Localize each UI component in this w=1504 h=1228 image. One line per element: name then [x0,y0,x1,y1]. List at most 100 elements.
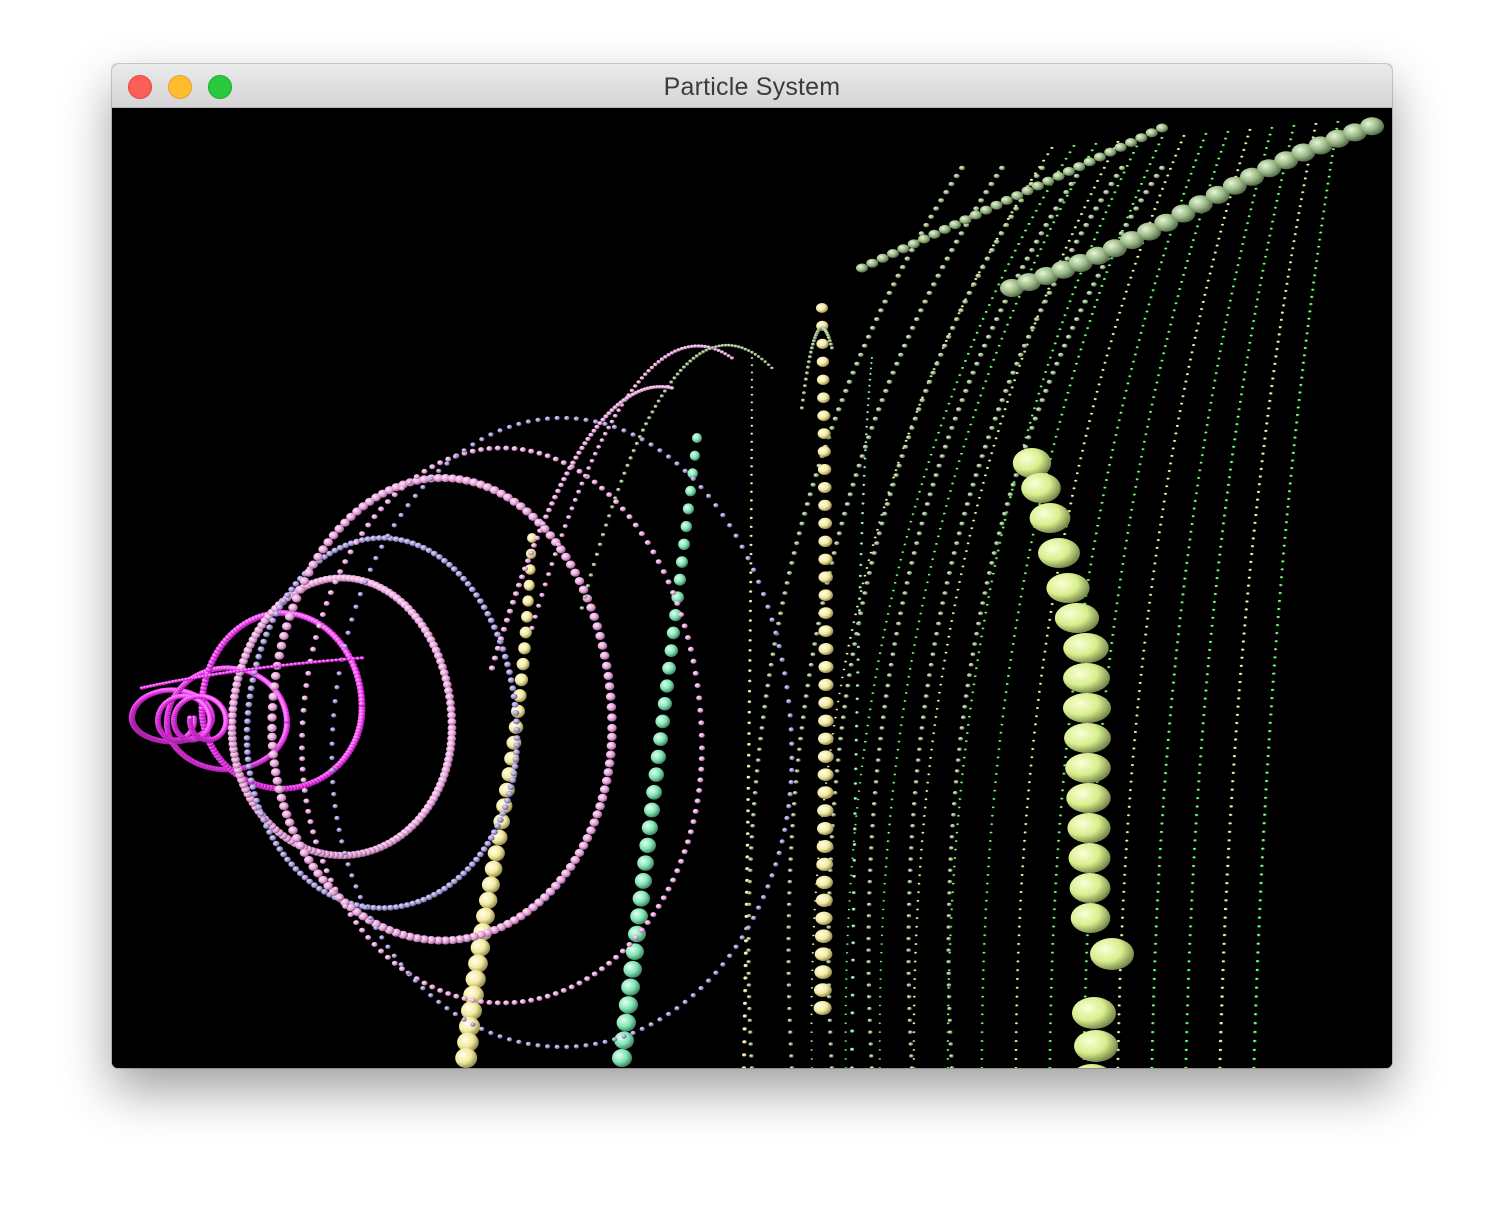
particle [1179,141,1183,144]
particle [1222,933,1227,937]
particle [1153,388,1157,391]
particle [997,283,1001,286]
particle [953,239,960,244]
render-viewport[interactable] [112,108,1392,1068]
particle [1253,521,1257,525]
particle [817,786,834,799]
particle [1271,220,1275,223]
particle [962,511,968,516]
particle [1185,1031,1189,1034]
particle [487,617,495,624]
particle [1039,682,1043,685]
particle [802,511,808,516]
particle [1244,608,1249,611]
particle [882,704,888,709]
particle [858,586,862,589]
particle [1213,379,1217,382]
particle [267,723,277,733]
particle [362,905,368,910]
particle [908,1042,913,1046]
particle [359,927,366,933]
particle [1262,262,1266,265]
particle [1183,577,1187,580]
particle [503,617,511,623]
particle [1131,202,1135,206]
particle [747,721,752,725]
particle [750,473,753,476]
particle [331,792,337,797]
particle [1135,346,1139,349]
particle [1133,730,1138,734]
particle [815,929,833,943]
particle [1158,194,1162,197]
particle [1313,274,1317,277]
particle [1195,492,1199,495]
particle [597,641,608,650]
particle [1229,805,1234,808]
particle [1301,191,1305,194]
particle [949,934,952,937]
particle [494,631,501,638]
particle [1045,634,1049,637]
particle [817,464,832,475]
particle [342,903,349,909]
particle [982,960,986,963]
particle [1150,1066,1154,1068]
particle [946,971,952,976]
particle-canvas[interactable] [112,108,1392,1068]
particle [1010,650,1014,654]
particle [916,531,923,536]
particle [1096,524,1100,527]
particle [813,908,817,911]
particle [829,1054,834,1058]
particle [744,890,749,895]
particle [1125,831,1130,834]
particle [969,423,973,426]
particle [966,723,970,726]
particle [637,855,654,871]
particle [1247,576,1252,579]
particle [1110,198,1114,201]
particle [909,426,915,430]
particle [987,304,991,307]
particle [933,724,937,727]
particle [857,633,861,636]
particle [807,360,811,364]
particle [947,868,953,873]
particle [879,969,883,972]
particle [421,980,428,986]
particle [882,900,886,902]
particle [876,407,882,412]
particle [1230,292,1234,295]
particle [579,606,585,610]
particle [916,407,922,412]
particle [288,586,296,593]
particle [1292,240,1296,243]
particle [1140,182,1144,186]
particle [750,393,754,396]
particle [1266,414,1270,418]
title-bar[interactable]: Particle System [112,64,1392,108]
particle [698,352,702,356]
particle [674,601,681,606]
particle [906,571,913,575]
particle [890,652,896,657]
particle [588,432,594,437]
particle [850,629,854,631]
particle [761,592,767,597]
particle [938,352,944,357]
particle [1014,1057,1018,1061]
particle [761,895,767,900]
particle [878,308,884,313]
particle [1116,1039,1121,1043]
particle [1188,942,1192,946]
particle [887,673,892,678]
particle [1065,753,1111,783]
particle [450,566,458,572]
particle [1256,298,1260,301]
particle [751,915,757,921]
particle [1025,806,1029,809]
particle [990,580,994,583]
particle [792,791,798,795]
particle [585,584,591,588]
